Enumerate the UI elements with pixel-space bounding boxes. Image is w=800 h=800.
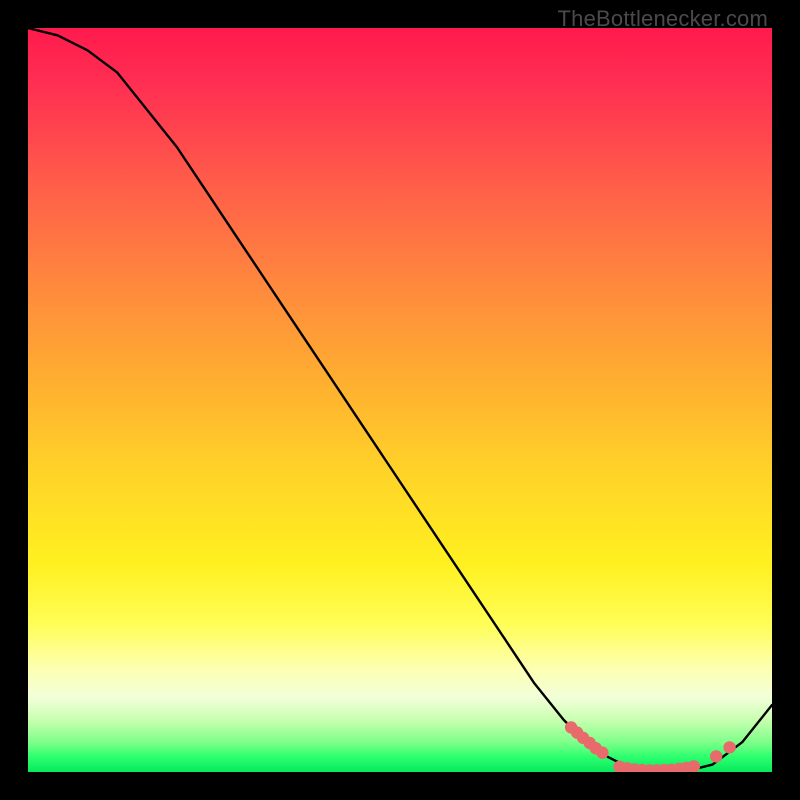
plot-area (28, 28, 772, 772)
data-point (710, 750, 722, 762)
watermark-text: TheBottlenecker.com (558, 6, 768, 32)
data-point (688, 760, 700, 772)
data-point (596, 747, 608, 759)
chart-stage: TheBottlenecker.com (0, 0, 800, 800)
chart-svg (28, 28, 772, 772)
data-point (723, 741, 735, 753)
bottleneck-curve-line (28, 28, 772, 772)
